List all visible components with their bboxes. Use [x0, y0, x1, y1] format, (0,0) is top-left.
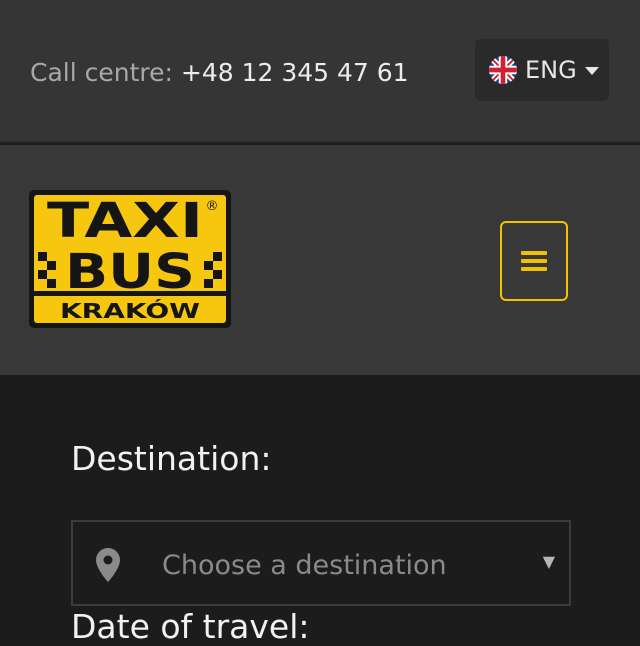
language-selector[interactable]: ENG — [475, 39, 609, 101]
top-bar: Call centre: +48 12 345 47 61 ENG — [0, 0, 640, 143]
call-centre-label: Call centre: — [30, 58, 173, 87]
date-of-travel-label: Date of travel: — [71, 607, 310, 646]
uk-flag-icon — [489, 56, 517, 84]
logo-text-bus: BUS — [65, 244, 195, 300]
hamburger-menu-button[interactable] — [500, 221, 568, 301]
caret-down-icon — [584, 67, 599, 75]
map-pin-icon — [96, 548, 120, 582]
phone-number-link[interactable]: +48 12 345 47 61 — [181, 58, 409, 87]
logo-registered-mark: ® — [206, 199, 219, 214]
hamburger-menu-icon — [521, 251, 547, 271]
logo-text-taxi: TAXI — [47, 193, 203, 249]
logo-text-krakow: KRAKÓW — [60, 299, 200, 323]
destination-label: Destination: — [71, 439, 272, 478]
booking-form: Destination: Choose a destination ▼ Date… — [0, 375, 640, 646]
dropdown-arrow-icon: ▼ — [542, 552, 555, 571]
site-header: TAXI ® BUS KRAKÓW — [0, 145, 640, 375]
call-centre: Call centre: +48 12 345 47 61 — [30, 58, 409, 87]
destination-placeholder: Choose a destination — [162, 550, 447, 581]
taxi-bus-krakow-logo[interactable]: TAXI ® BUS KRAKÓW — [29, 190, 231, 328]
language-code: ENG — [525, 56, 577, 84]
destination-select[interactable]: Choose a destination ▼ — [71, 520, 571, 606]
